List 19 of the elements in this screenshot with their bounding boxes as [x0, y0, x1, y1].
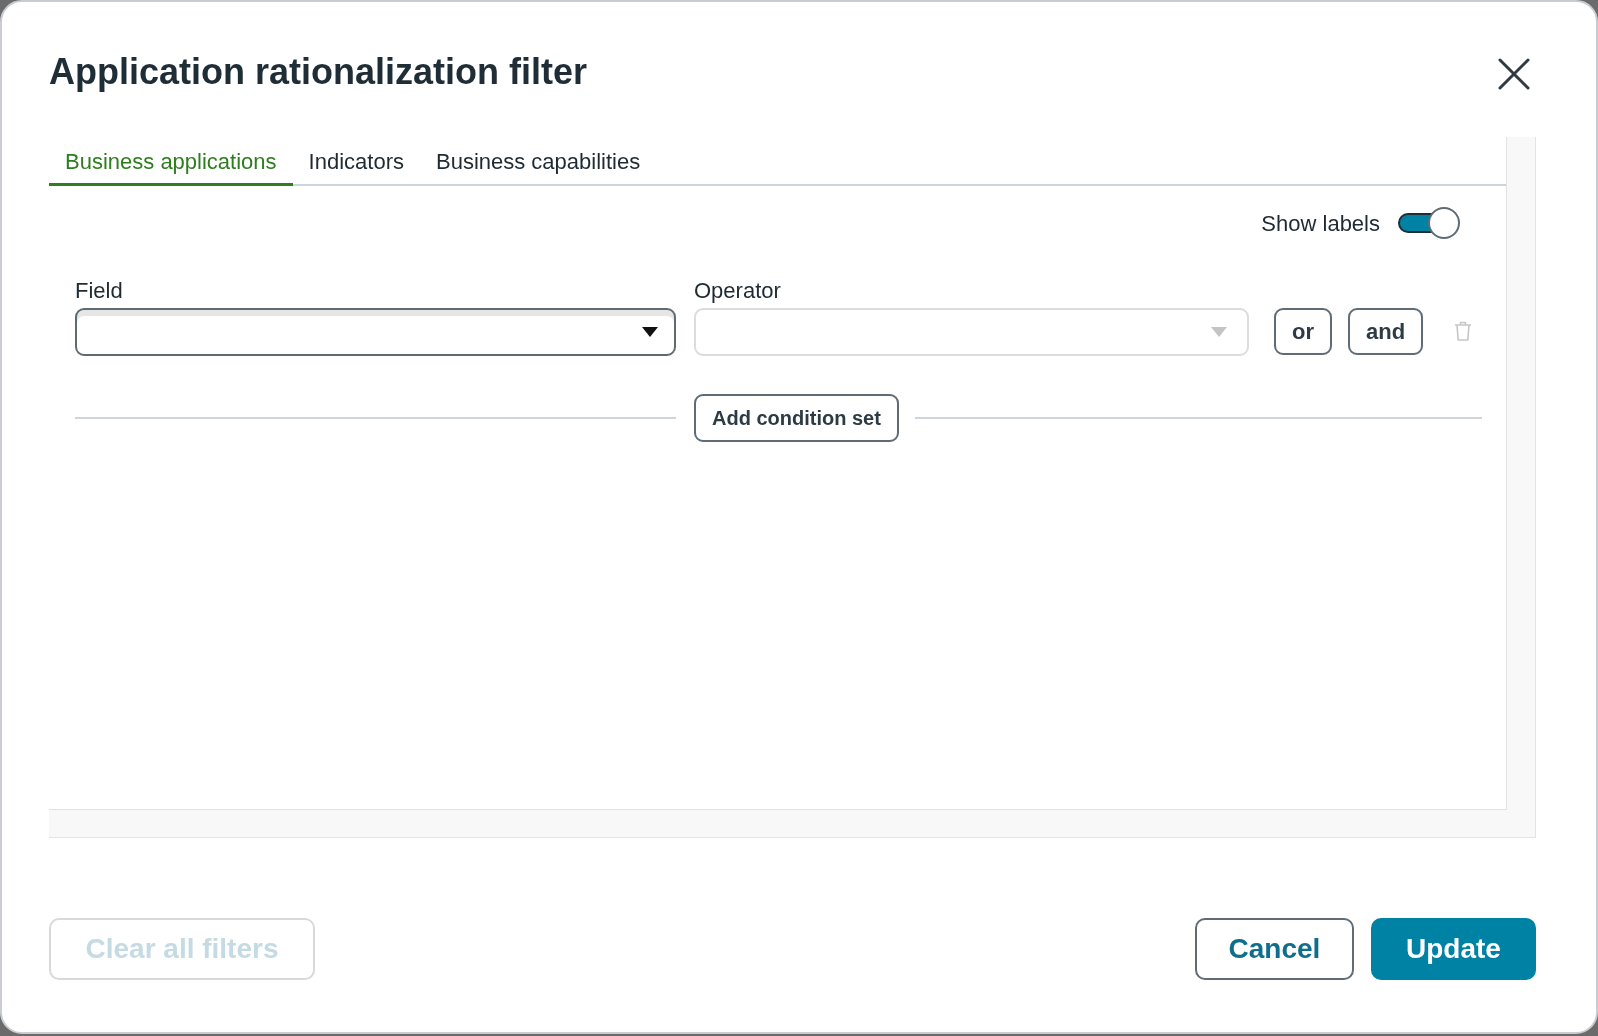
trash-icon	[1454, 321, 1473, 341]
show-labels-toggle[interactable]	[1398, 207, 1460, 239]
close-icon	[1498, 58, 1530, 90]
caret-icon	[1211, 327, 1227, 337]
logic-button[interactable]: or	[1274, 308, 1332, 355]
field-select[interactable]	[75, 308, 676, 356]
show-labels-label: Show labels	[1261, 209, 1380, 238]
tab[interactable]: Business capabilities	[419, 137, 657, 186]
dialog-title: Application rationalization filter	[49, 50, 588, 94]
cancel-button[interactable]: Cancel	[1195, 918, 1354, 980]
operator-label: Operator	[694, 278, 781, 304]
logic-button[interactable]: and	[1348, 308, 1424, 355]
add-condition-set-button[interactable]: Add condition set	[694, 394, 899, 442]
caret-icon	[642, 327, 658, 337]
tab[interactable]: Business applications	[49, 137, 293, 186]
close-button[interactable]	[1498, 58, 1530, 90]
field-label: Field	[75, 278, 123, 304]
update-button[interactable]: Update	[1371, 918, 1536, 980]
tab[interactable]: Indicators	[292, 137, 420, 186]
